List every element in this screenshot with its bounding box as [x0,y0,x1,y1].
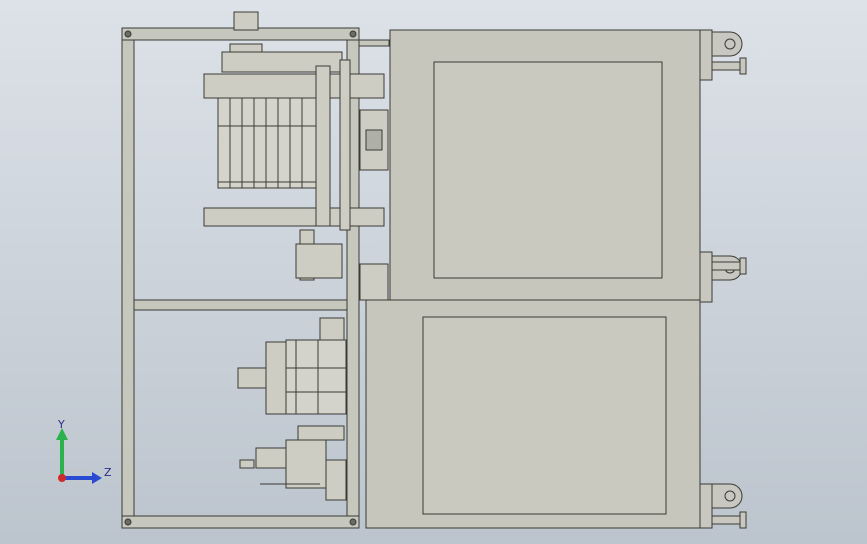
axis-triad: Y Z [56,420,112,484]
upper-mechanism [203,11,389,301]
y-axis-label: Y [57,420,65,431]
x-axis-origin [58,474,66,482]
mounting-feet [699,29,747,529]
lower-mechanism [237,317,347,501]
triad-arc [62,467,94,472]
z-axis-arrow [92,472,102,484]
z-axis-label: Z [104,466,112,479]
cad-viewport[interactable] [0,0,867,544]
cabinet [365,29,701,529]
